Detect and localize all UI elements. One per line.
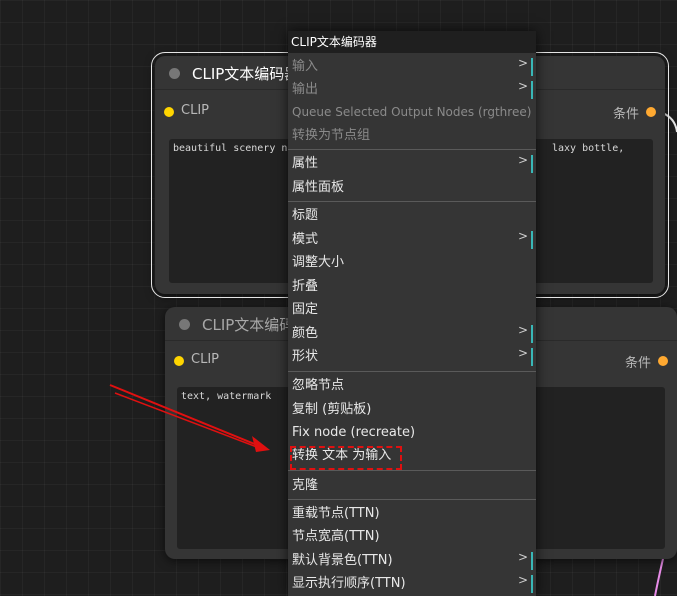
menu-item-copy-clipspace[interactable]: 复制 (剪贴板) <box>288 398 536 421</box>
menu-separator <box>288 149 536 150</box>
menu-item-label: 输出 <box>292 82 319 97</box>
menu-item-queue-selected-output-nodes[interactable]: Queue Selected Output Nodes (rgthree) <box>288 101 536 124</box>
submenu-indicator <box>531 81 533 99</box>
chevron-right-icon: > <box>517 153 528 167</box>
prompt-text-end: laxy bottle, <box>552 143 625 154</box>
submenu-indicator <box>531 348 533 366</box>
clip-input-label: CLIP <box>191 352 219 367</box>
circle-dot-icon[interactable] <box>179 319 190 330</box>
node-context-menu: CLIP文本编码器 输入 > 输出 > Queue Selected Outpu… <box>288 31 536 596</box>
menu-item-label: Fix node (recreate) <box>292 425 416 440</box>
menu-item-title[interactable]: 标题 <box>288 204 536 227</box>
menu-item-label: 标题 <box>292 208 319 223</box>
menu-separator <box>288 371 536 372</box>
menu-item-colors[interactable]: 颜色 > <box>288 322 536 345</box>
menu-item-label: 克隆 <box>292 478 319 493</box>
chevron-right-icon: > <box>517 229 528 243</box>
menu-item-label: 颜色 <box>292 326 319 341</box>
conditioning-output-label: 条件 <box>612 107 639 122</box>
menu-item-label: 转换 文本 为输入 <box>292 448 392 463</box>
menu-item-label: 属性面板 <box>292 180 345 195</box>
menu-item-shapes[interactable]: 形状 > <box>288 345 536 368</box>
menu-item-resize[interactable]: 调整大小 <box>288 251 536 274</box>
menu-item-label: 重载节点(TTN) <box>292 506 380 521</box>
conditioning-output-port[interactable] <box>658 356 668 366</box>
menu-item-label: 固定 <box>292 302 319 317</box>
chevron-right-icon: > <box>517 56 528 70</box>
menu-item-label: 输入 <box>292 59 319 74</box>
menu-item-clone[interactable]: 克隆 <box>288 474 536 497</box>
menu-item-inputs[interactable]: 输入 > <box>288 55 536 78</box>
prompt-text-start: beautiful scenery na <box>173 143 294 154</box>
menu-item-label: 属性 <box>292 156 319 171</box>
menu-item-label: 忽略节点 <box>292 378 345 393</box>
menu-item-label: 节点宽高(TTN) <box>292 529 380 544</box>
menu-item-label: 形状 <box>292 349 319 364</box>
menu-item-label: Queue Selected Output Nodes (rgthree) <box>292 105 532 119</box>
menu-item-pin[interactable]: 固定 <box>288 298 536 321</box>
circle-dot-icon[interactable] <box>169 68 180 79</box>
menu-item-reload-node-ttn[interactable]: 重载节点(TTN) <box>288 502 536 525</box>
menu-item-label: 调整大小 <box>292 255 345 270</box>
submenu-indicator <box>531 325 533 343</box>
menu-separator <box>288 470 536 471</box>
conditioning-output-port[interactable] <box>646 107 656 117</box>
menu-item-show-execution-order-ttn[interactable]: 显示执行顺序(TTN) > <box>288 572 536 595</box>
clip-input-port[interactable] <box>174 356 184 366</box>
menu-item-label: 模式 <box>292 232 319 247</box>
submenu-indicator <box>531 552 533 570</box>
menu-item-properties[interactable]: 属性 > <box>288 152 536 175</box>
menu-item-convert-text-to-input[interactable]: 转换 文本 为输入 <box>288 444 536 467</box>
submenu-indicator <box>531 58 533 76</box>
clip-input-label: CLIP <box>181 103 209 118</box>
context-menu-title: CLIP文本编码器 <box>288 31 536 53</box>
menu-item-collapse[interactable]: 折叠 <box>288 275 536 298</box>
menu-item-label: 折叠 <box>292 279 319 294</box>
chevron-right-icon: > <box>517 346 528 360</box>
conditioning-output-label: 条件 <box>624 356 651 371</box>
prompt-text: text, watermark <box>181 391 272 402</box>
menu-item-properties-panel[interactable]: 属性面板 <box>288 176 536 199</box>
menu-item-mode[interactable]: 模式 > <box>288 228 536 251</box>
menu-item-default-bg-color-ttn[interactable]: 默认背景色(TTN) > <box>288 549 536 572</box>
chevron-right-icon: > <box>517 573 528 587</box>
menu-item-label: 显示执行顺序(TTN) <box>292 576 406 591</box>
clip-input-port[interactable] <box>164 107 174 117</box>
chevron-right-icon: > <box>517 79 528 93</box>
submenu-indicator <box>531 155 533 173</box>
menu-separator <box>288 499 536 500</box>
menu-item-convert-to-group-node[interactable]: 转换为节点组 <box>288 124 536 147</box>
menu-item-node-dimensions-ttn[interactable]: 节点宽高(TTN) <box>288 525 536 548</box>
menu-item-label: 转换为节点组 <box>292 128 371 143</box>
menu-item-outputs[interactable]: 输出 > <box>288 78 536 101</box>
submenu-indicator <box>531 231 533 249</box>
submenu-indicator <box>531 575 533 593</box>
menu-item-label: 默认背景色(TTN) <box>292 553 393 568</box>
menu-item-label: 复制 (剪贴板) <box>292 402 372 417</box>
menu-item-bypass[interactable]: 忽略节点 <box>288 374 536 397</box>
menu-separator <box>288 201 536 202</box>
menu-item-fix-node[interactable]: Fix node (recreate) <box>288 421 536 444</box>
chevron-right-icon: > <box>517 550 528 564</box>
node-title: CLIP文本编码器 <box>192 65 300 83</box>
chevron-right-icon: > <box>517 323 528 337</box>
